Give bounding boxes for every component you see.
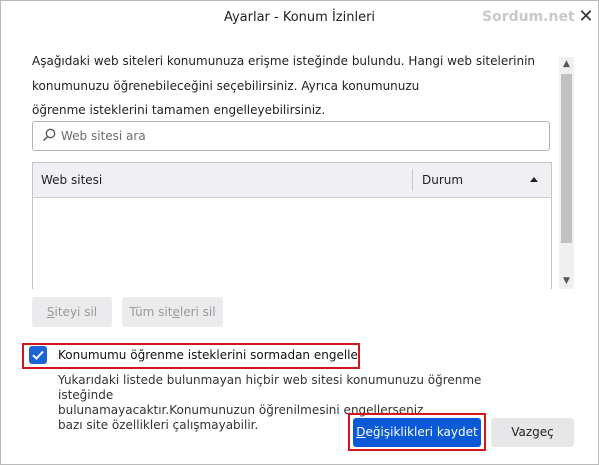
remove-all-label-prefix: Tüm sit	[129, 305, 173, 319]
title-bar: Ayarlar - Konum İzinleri Sordum.net ✕	[1, 1, 598, 35]
save-changes-button[interactable]: Değişiklikleri kaydet	[353, 418, 481, 447]
description: Aşağıdaki web siteleri konumunuza erişme…	[32, 49, 557, 123]
close-button[interactable]: ✕	[578, 8, 594, 26]
save-label: eğişiklikleri kaydet	[365, 425, 478, 439]
permissions-dialog: Ayarlar - Konum İzinleri Sordum.net ✕ Aş…	[0, 0, 599, 465]
block-requests-checkbox[interactable]	[29, 346, 47, 364]
scroll-down-icon[interactable]: ▼	[559, 274, 574, 289]
column-header-website[interactable]: Web sitesi	[41, 173, 102, 187]
remove-all-sites-button[interactable]: Tüm siteleri sil	[122, 297, 223, 327]
table-header: Web sitesi Durum	[33, 163, 551, 198]
block-requests-label[interactable]: Konumumu öğrenme isteklerini sormadan en…	[58, 348, 358, 362]
remove-all-access-key: e	[172, 305, 180, 319]
remove-all-label: leri sil	[179, 305, 216, 319]
description-line-1: Aşağıdaki web siteleri konumunuza erişme…	[32, 54, 536, 68]
search-box[interactable]	[32, 121, 550, 151]
scroll-up-icon[interactable]: ▲	[559, 57, 574, 72]
search-input[interactable]	[61, 126, 541, 146]
cancel-button[interactable]: Vazgeç	[491, 418, 574, 447]
remove-site-label: iteyi sil	[54, 305, 98, 319]
scrollbar[interactable]: ▲ ▼	[559, 57, 574, 289]
scrollbar-thumb[interactable]	[561, 74, 572, 243]
save-access-key: D	[356, 425, 366, 439]
watermark: Sordum.net	[482, 9, 575, 25]
column-divider	[412, 169, 413, 191]
note-line-1: Yukarıdaki listede bulunmayan hiçbir web…	[58, 373, 482, 402]
sites-table: Web sitesi Durum	[32, 162, 552, 289]
sort-ascending-icon[interactable]	[530, 177, 538, 182]
search-icon	[42, 128, 56, 142]
checkmark-icon	[32, 350, 44, 360]
remove-site-access-key: S	[46, 305, 55, 319]
column-header-status[interactable]: Durum	[422, 173, 463, 187]
description-line-3: öğrenme isteklerini tamamen engelleyebil…	[32, 103, 326, 117]
remove-site-button[interactable]: Siteyi sil	[32, 297, 112, 327]
description-line-2: konumunuzu öğrenebileceğini seçebilirsin…	[32, 78, 420, 93]
